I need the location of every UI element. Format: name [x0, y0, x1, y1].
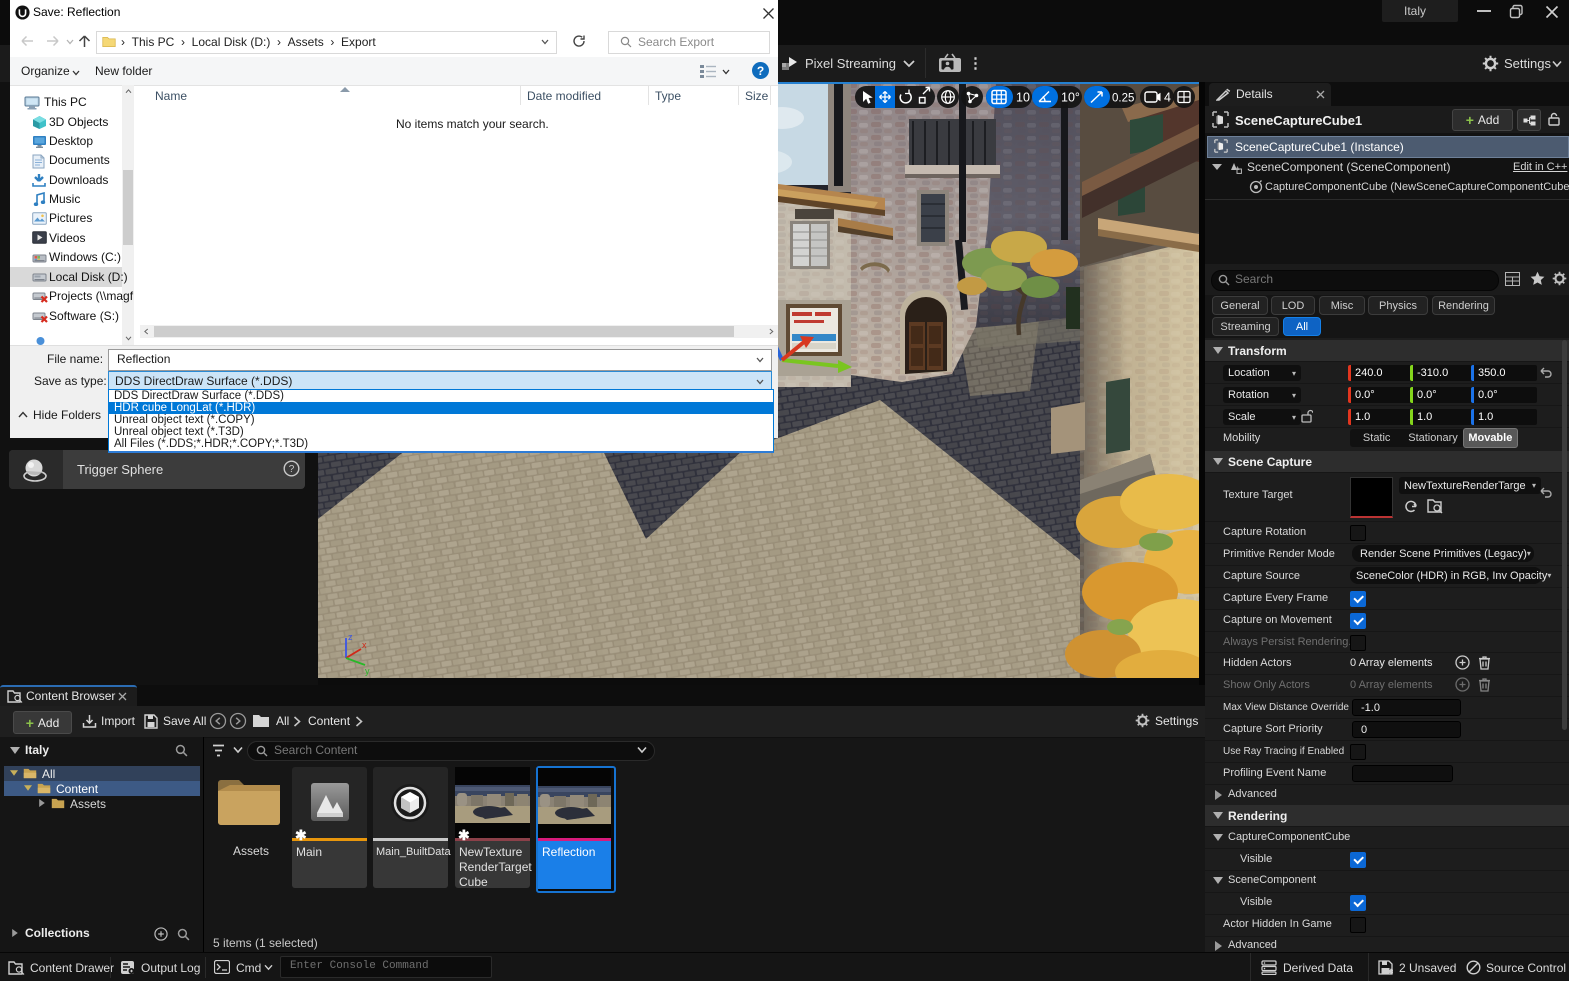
- svg-text:10: 10: [1016, 91, 1030, 105]
- svg-text:y: y: [365, 666, 370, 676]
- svg-text:?: ?: [289, 464, 295, 475]
- svg-text:z: z: [348, 632, 353, 642]
- svg-text:4: 4: [1164, 91, 1171, 105]
- svg-text:✱: ✱: [1388, 968, 1393, 975]
- svg-text:0.25: 0.25: [1112, 93, 1134, 105]
- svg-text:x: x: [362, 640, 367, 650]
- svg-text:10°: 10°: [1061, 91, 1080, 105]
